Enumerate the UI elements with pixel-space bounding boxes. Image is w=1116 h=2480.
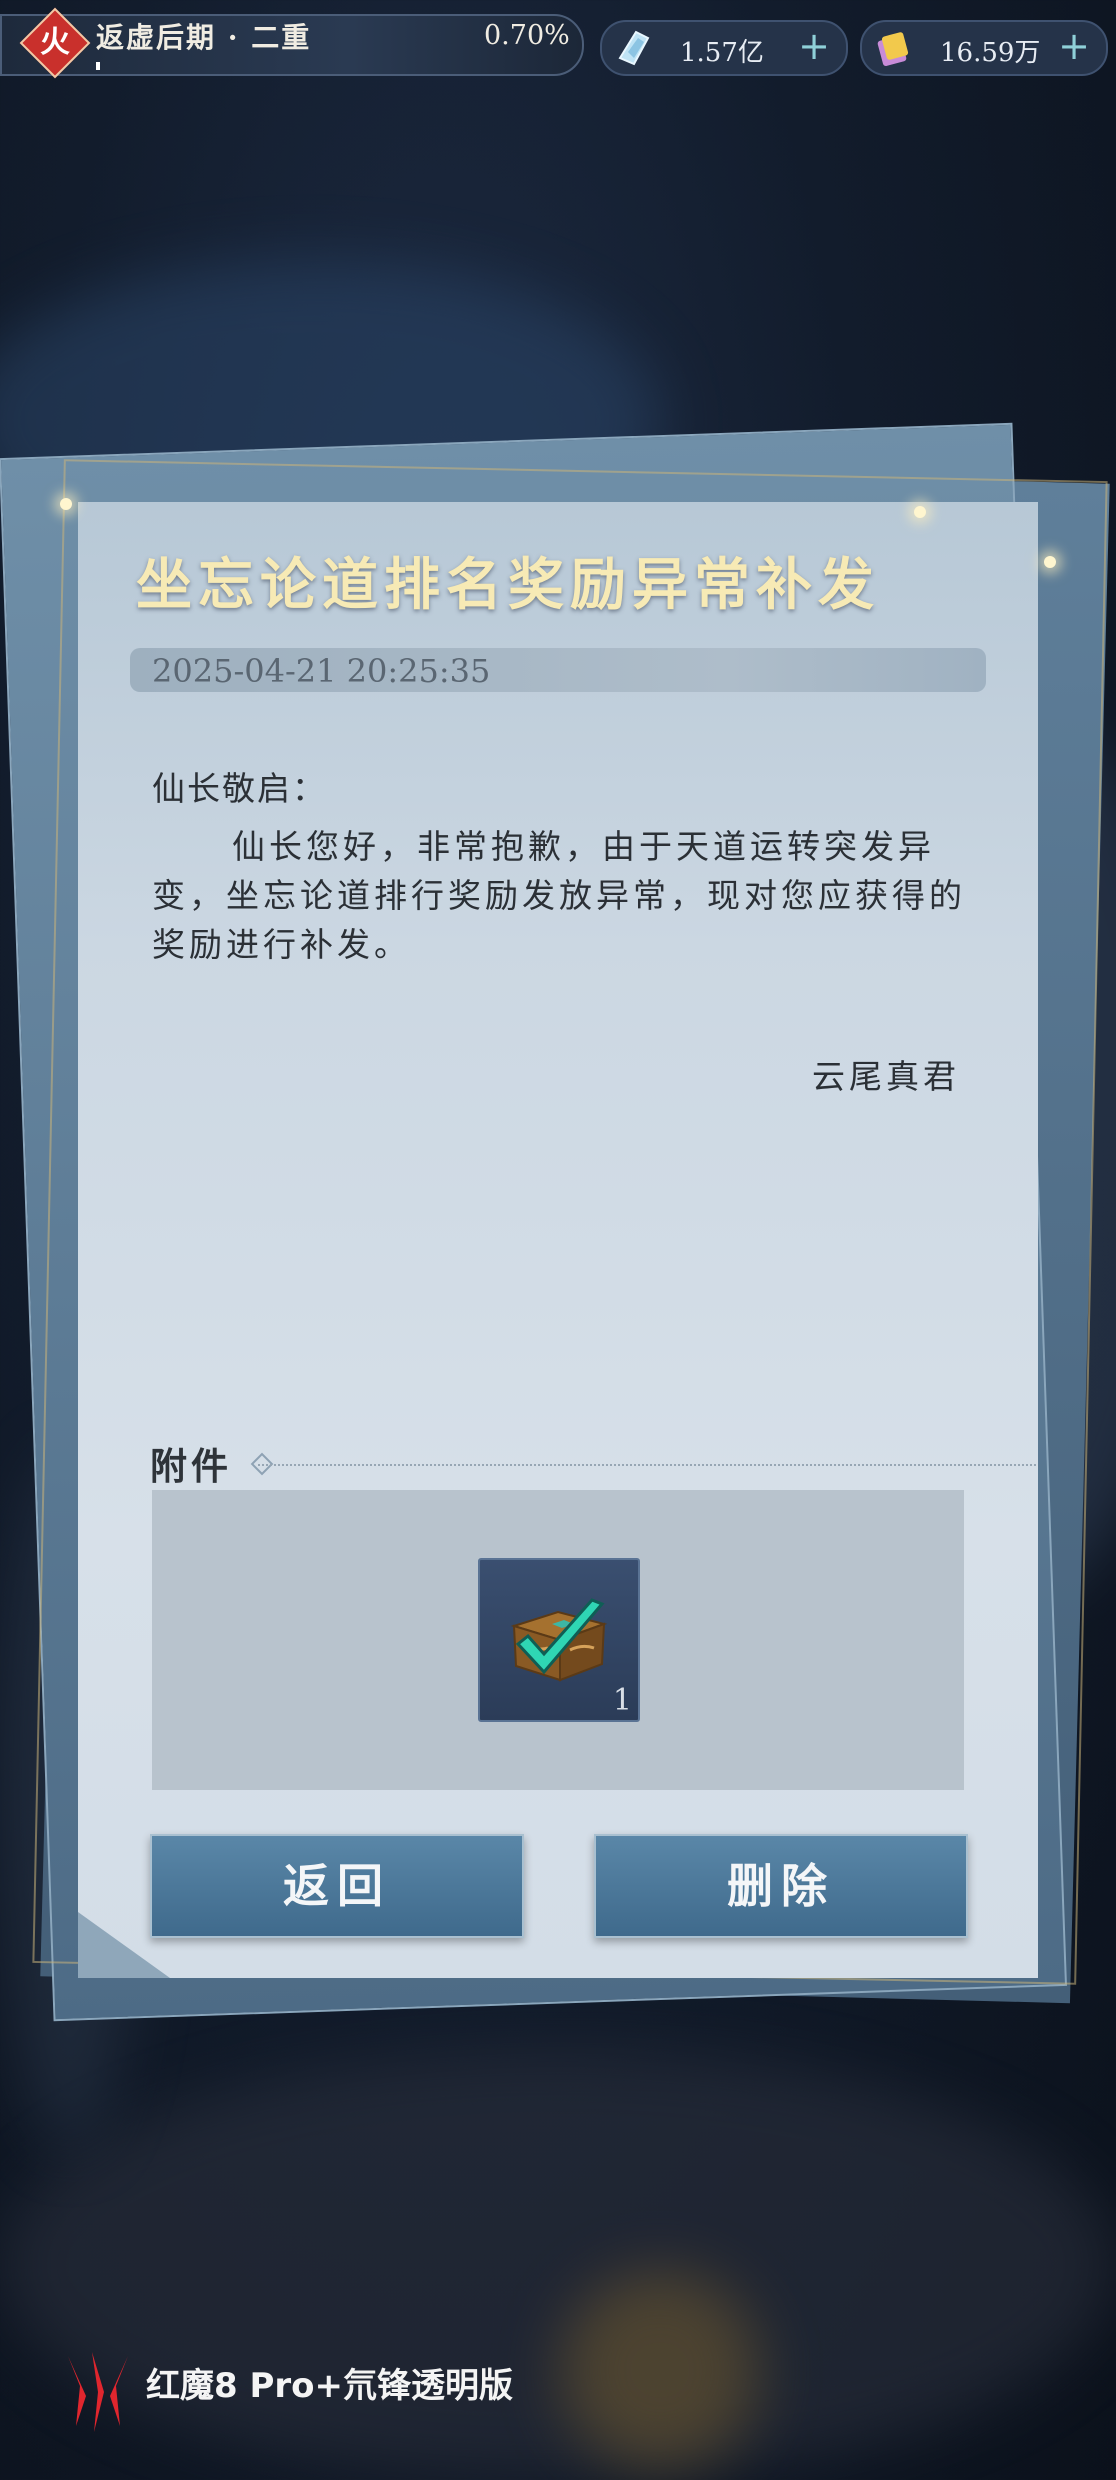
device-watermark: 红魔8 Pro+氘锋透明版 — [146, 2366, 514, 2406]
realm-progress: 0.70% — [484, 20, 570, 51]
attachment-label: 附件 — [150, 1444, 232, 1488]
mail-signature: 云尾真君 — [812, 1057, 960, 1096]
mail-greeting: 仙长敬启： — [152, 769, 327, 808]
delete-button[interactable]: 删除 — [594, 1834, 968, 1938]
background-scene — [0, 2050, 1116, 2480]
mail-date: 2025-04-21 20:25:35 — [152, 652, 491, 690]
claimed-check-icon — [515, 1598, 605, 1675]
fire-element-icon: 火 — [40, 25, 70, 60]
add-gold-ticket-button[interactable]: + — [1058, 26, 1090, 66]
spirit-stone-counter: 1.57亿 + — [600, 20, 848, 76]
gold-ticket-icon — [877, 32, 909, 66]
gold-ticket-counter: 16.59万 + — [860, 20, 1108, 76]
star-decoration — [914, 506, 926, 518]
mail-title: 坐忘论道排名奖励异常补发 — [136, 552, 880, 618]
realm-name: 返虚后期 · 二重 — [96, 21, 312, 54]
page-fold-corner — [78, 1912, 170, 1978]
red-magic-logo — [68, 2352, 128, 2432]
item-count: 1 — [612, 1683, 632, 1718]
attachment-item[interactable]: 1 — [478, 1558, 640, 1722]
spirit-stone-value: 1.57亿 — [680, 38, 764, 68]
divider — [258, 1464, 1036, 1468]
background-scene — [560, 2270, 760, 2470]
realm-progress-bar — [96, 62, 100, 70]
star-decoration — [1044, 556, 1056, 568]
gold-ticket-value: 16.59万 — [940, 38, 1041, 68]
star-decoration — [60, 498, 72, 510]
back-button[interactable]: 返回 — [150, 1834, 524, 1938]
spirit-stone-icon — [618, 30, 650, 66]
status-bar: 火 返虚后期 · 二重 0.70% 1.57亿 + 16.59万 + — [0, 0, 1116, 86]
mail-body: 仙长您好，非常抱歉，由于天道运转突发异变，坐忘论道排行奖励发放异常，现对您应获得… — [152, 827, 966, 964]
add-spirit-stone-button[interactable]: + — [798, 26, 830, 66]
